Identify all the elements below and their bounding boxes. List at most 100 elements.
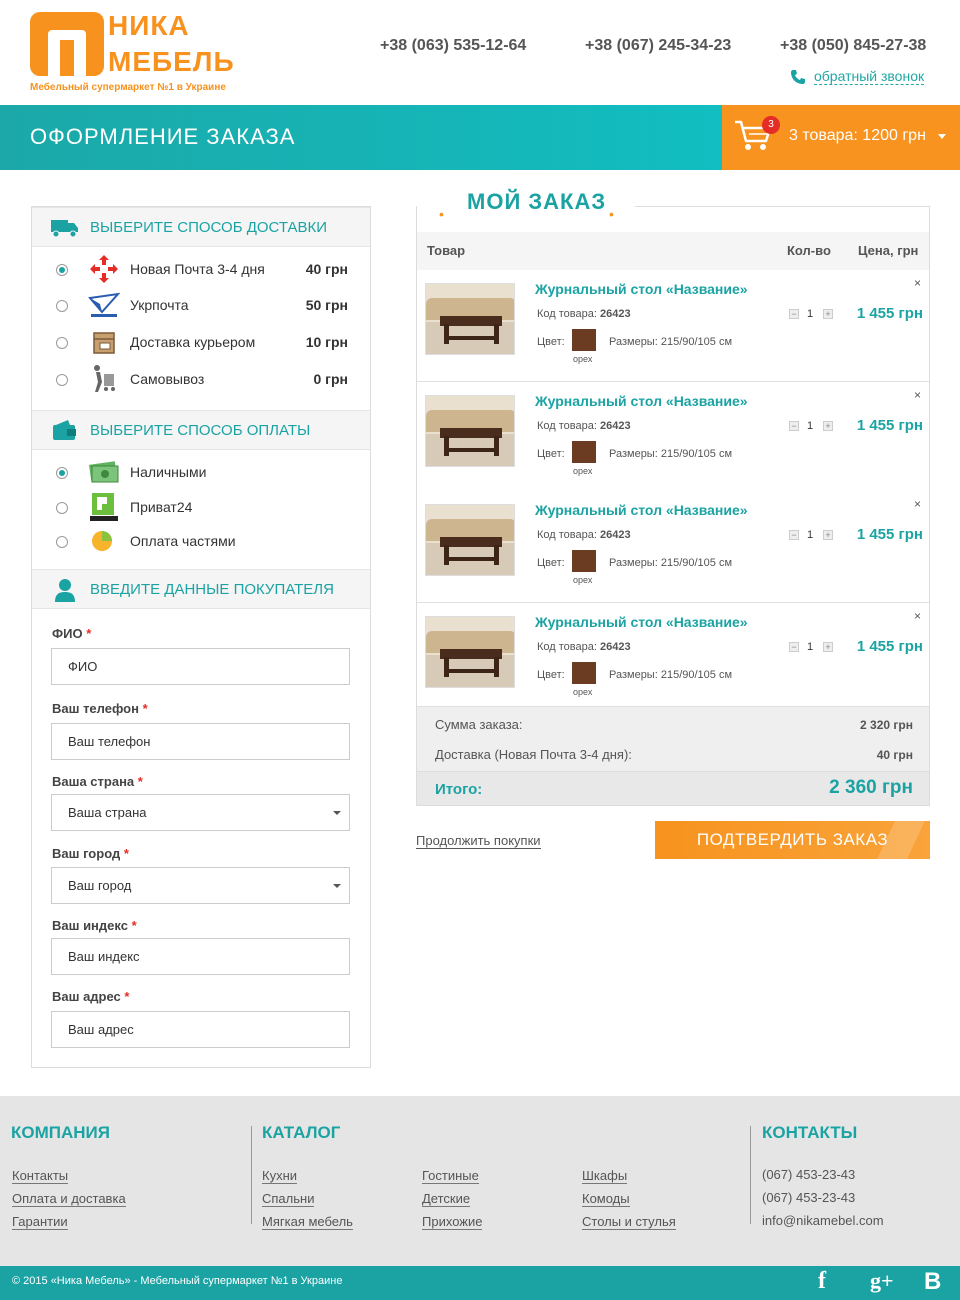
- sum-label: Сумма заказа:: [435, 717, 523, 732]
- remove-item-icon[interactable]: ×: [914, 388, 921, 402]
- footer-phone-1[interactable]: (067) 453-23-43: [762, 1167, 855, 1182]
- footer-phone-2[interactable]: (067) 453-23-43: [762, 1190, 855, 1205]
- field-label-name: ФИО *: [52, 626, 91, 641]
- delivery-option-courier[interactable]: Доставка курьером 10 грн: [32, 327, 370, 357]
- qty-increase-button[interactable]: +: [823, 421, 833, 431]
- cart-widget[interactable]: 3 3 товара: 1200 грн: [722, 105, 960, 170]
- footer-catalog-link[interactable]: Гостиные: [422, 1168, 479, 1184]
- country-select[interactable]: Ваша страна: [51, 794, 350, 831]
- remove-item-icon[interactable]: ×: [914, 609, 921, 623]
- logo[interactable]: НИКА МЕБЕЛЬ Мебельный супермаркет №1 в У…: [30, 10, 234, 96]
- payment-radio[interactable]: [56, 467, 68, 479]
- footer-catalog-link[interactable]: Прихожие: [422, 1214, 483, 1230]
- footer-contacts-title: КОНТАКТЫ: [762, 1123, 858, 1142]
- phone-1[interactable]: +38 (063) 535-12-64: [380, 37, 526, 55]
- product-image[interactable]: [425, 283, 515, 355]
- delivery-radio[interactable]: [56, 374, 68, 386]
- product-code-value: 26423: [599, 308, 631, 320]
- order-item-row: Журнальный стол «Название» Код товара: 2…: [417, 270, 929, 382]
- zip-input[interactable]: Ваш индекс: [51, 938, 350, 975]
- footer-catalog-link[interactable]: Спальни: [262, 1191, 315, 1207]
- phone-input[interactable]: Ваш телефон: [51, 723, 350, 760]
- callback-link[interactable]: обратный звонок: [790, 68, 925, 85]
- product-code: Код товара: 26423: [537, 308, 631, 320]
- product-size: Размеры: 215/90/105 см: [609, 557, 732, 569]
- payment-option-installments[interactable]: Оплата частями: [32, 526, 370, 556]
- qty-decrease-button[interactable]: −: [789, 421, 799, 431]
- color-name: орех: [573, 575, 593, 585]
- product-image[interactable]: [425, 395, 515, 467]
- footer-catalog-link[interactable]: Кухни: [262, 1168, 298, 1184]
- continue-shopping-link[interactable]: Продолжить покупки: [416, 833, 541, 849]
- product-name-link[interactable]: Журнальный стол «Название»: [535, 614, 748, 630]
- product-image[interactable]: [425, 616, 515, 688]
- chevron-down-icon[interactable]: [938, 134, 946, 139]
- qty-value[interactable]: 1: [807, 529, 813, 541]
- delivery-option-price: 10 грн: [305, 334, 348, 350]
- qty-decrease-button[interactable]: −: [789, 309, 799, 319]
- qty-decrease-button[interactable]: −: [789, 530, 799, 540]
- product-price: 1 455 грн: [856, 305, 923, 322]
- footer-email[interactable]: info@nikamebel.com: [762, 1213, 884, 1228]
- google-plus-icon[interactable]: g+: [870, 1268, 894, 1294]
- qty-value[interactable]: 1: [807, 308, 813, 320]
- footer-catalog-link[interactable]: Столы и стулья: [582, 1214, 676, 1230]
- qty-value[interactable]: 1: [807, 420, 813, 432]
- footer-link-guarantees[interactable]: Гарантии: [12, 1214, 68, 1230]
- payment-option-label: Наличными: [130, 464, 207, 480]
- logo-tagline: Мебельный супермаркет №1 в Украине: [30, 82, 226, 93]
- product-code-label: Код товара:: [537, 308, 597, 320]
- delivery-option-nova-poshta[interactable]: Новая Почта 3-4 дня 40 грн: [32, 254, 370, 284]
- required-mark: *: [142, 701, 148, 716]
- installments-icon: [92, 531, 112, 551]
- nova-poshta-icon: [90, 255, 118, 283]
- footer-catalog-link[interactable]: Детские: [422, 1191, 471, 1207]
- delivery-option-label: Новая Почта 3-4 дня: [130, 261, 265, 277]
- remove-item-icon[interactable]: ×: [914, 497, 921, 511]
- product-size-value: 215/90/105 см: [660, 669, 733, 681]
- remove-item-icon[interactable]: ×: [914, 276, 921, 290]
- delivery-option-pickup[interactable]: Самовывоз 0 грн: [32, 364, 370, 394]
- delivery-option-ukrposhta[interactable]: Укрпочта 50 грн: [32, 290, 370, 320]
- total-line: Итого: 2 360 грн: [417, 771, 929, 805]
- delivery-radio[interactable]: [56, 337, 68, 349]
- qty-value[interactable]: 1: [807, 641, 813, 653]
- product-name-link[interactable]: Журнальный стол «Название»: [535, 502, 748, 518]
- pickup-cart-icon: [94, 365, 115, 392]
- footer-catalog-link[interactable]: Шкафы: [582, 1168, 628, 1184]
- product-code-label: Код товара:: [537, 641, 597, 653]
- qty-increase-button[interactable]: +: [823, 642, 833, 652]
- footer-catalog-link[interactable]: Мягкая мебель: [262, 1214, 353, 1230]
- payment-radio[interactable]: [56, 536, 68, 548]
- footer-link-payment[interactable]: Оплата и доставка: [12, 1191, 126, 1207]
- color-swatch: [572, 550, 596, 572]
- product-size-label: Размеры:: [609, 669, 658, 681]
- product-image[interactable]: [425, 504, 515, 576]
- footer-link-contacts[interactable]: Контакты: [12, 1168, 69, 1184]
- city-select[interactable]: Ваш город: [51, 867, 350, 904]
- product-name-link[interactable]: Журнальный стол «Название»: [535, 281, 748, 297]
- product-size: Размеры: 215/90/105 см: [609, 336, 732, 348]
- address-input[interactable]: Ваш адрес: [51, 1011, 350, 1048]
- confirm-order-button[interactable]: ПОДТВЕРДИТЬ ЗАКАЗ: [655, 821, 930, 859]
- payment-radio[interactable]: [56, 502, 68, 514]
- delivery-cost-value: 40 грн: [876, 748, 913, 762]
- delivery-radio[interactable]: [56, 264, 68, 276]
- facebook-icon[interactable]: f: [818, 1268, 826, 1295]
- field-label-text: Ваш телефон: [52, 701, 139, 716]
- product-size: Размеры: 215/90/105 см: [609, 448, 732, 460]
- phone-3[interactable]: +38 (050) 845-27-38: [780, 37, 926, 55]
- product-name-link[interactable]: Журнальный стол «Название»: [535, 393, 748, 409]
- qty-decrease-button[interactable]: −: [789, 642, 799, 652]
- name-input[interactable]: ФИО: [51, 648, 350, 685]
- payment-option-privat24[interactable]: Приват24: [32, 492, 370, 522]
- phone-2[interactable]: +38 (067) 245-34-23: [585, 37, 731, 55]
- courier-box-icon: [93, 332, 115, 354]
- footer-catalog-link[interactable]: Комоды: [582, 1191, 630, 1207]
- cart-summary: 3 товара: 1200 грн: [789, 127, 926, 144]
- vk-icon[interactable]: B: [924, 1268, 941, 1296]
- qty-increase-button[interactable]: +: [823, 530, 833, 540]
- qty-increase-button[interactable]: +: [823, 309, 833, 319]
- delivery-radio[interactable]: [56, 300, 68, 312]
- payment-option-cash[interactable]: Наличными: [32, 457, 370, 487]
